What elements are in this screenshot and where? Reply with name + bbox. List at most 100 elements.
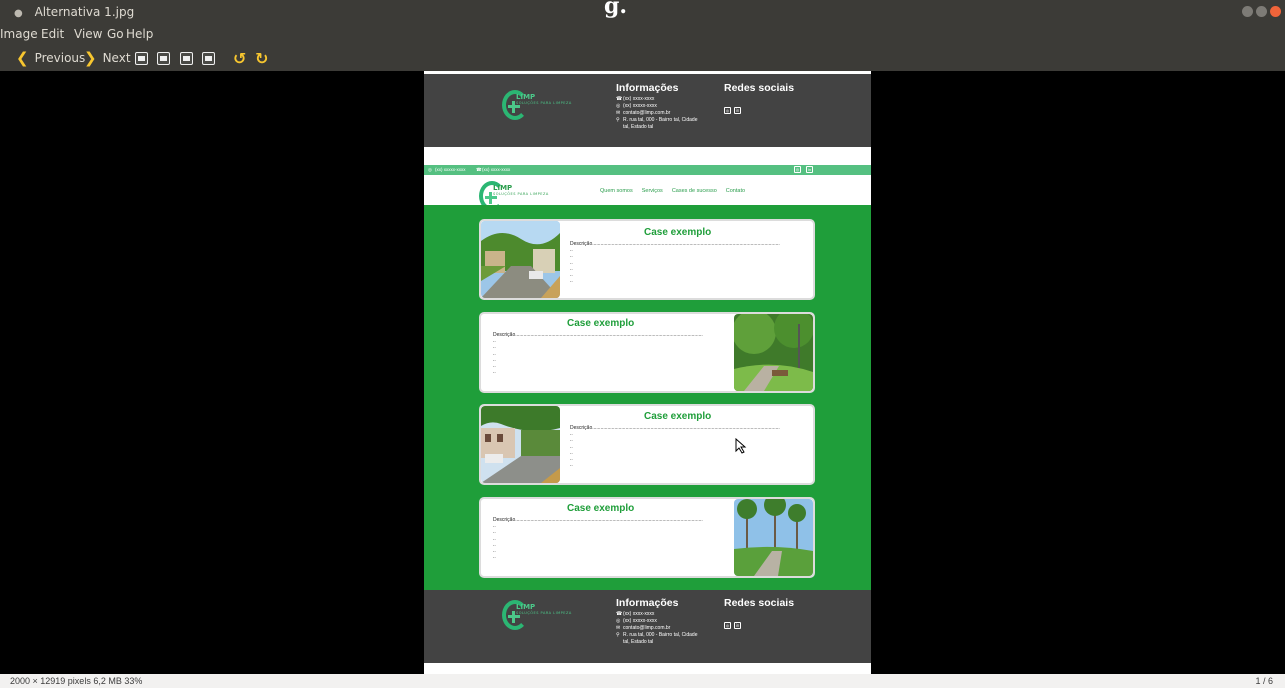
footer-phone2: (xx) xxxxx-xxxx (623, 103, 657, 109)
phone-icon: ☎ (616, 96, 623, 102)
limp-logo: LIMP SOLUÇÕES PARA LIMPEZA (502, 86, 582, 126)
case-photo-park (734, 314, 813, 391)
nav-links: Quem somos Serviços Cases de sucesso Con… (600, 188, 745, 194)
whatsapp-icon: ◎ (428, 167, 432, 172)
instagram-icon: ◎ (724, 107, 731, 114)
instagram-icon: ◎ (724, 622, 731, 629)
app-icon: ● (14, 8, 23, 19)
menu-edit[interactable]: Edit (41, 27, 64, 41)
footer-phone2: (xx) xxxxx-xxxx (623, 618, 657, 624)
footer-info: Informações ☎ (xx) xxxx-xxxx ◎ (xx) xxxxx-… (616, 597, 703, 646)
background-text-fragment: g. (604, 0, 628, 19)
footer-social-title: Redes sociais (724, 82, 795, 94)
footer-social: Redes sociais ◎ in (724, 597, 794, 631)
next-button[interactable]: ❯ Next (84, 49, 131, 67)
footer-info-title: Informações (616, 597, 679, 609)
mail-icon: ✉ (616, 110, 621, 116)
case-description: Descrição...............................… (570, 425, 780, 431)
next-label: Next (102, 51, 131, 65)
location-pin-icon: ⚲ (616, 117, 620, 123)
rotate-left-icon: ↺ (233, 48, 247, 68)
zoom-normal-button[interactable] (180, 49, 193, 67)
whatsapp-icon: ◎ (616, 103, 621, 109)
case-title: Case exemplo (644, 227, 712, 238)
linkedin-icon: in (734, 622, 741, 629)
window-controls (1242, 6, 1281, 17)
case-photo-houses (481, 406, 560, 483)
footer-section-bottom: LIMP SOLUÇÕES PARA LIMPEZA Informações ☎… (424, 590, 871, 663)
case-lines: ............ (570, 431, 573, 469)
rotate-right-icon: ↻ (255, 48, 269, 68)
best-fit-button[interactable] (202, 49, 215, 67)
case-photo-street (481, 221, 560, 298)
chevron-left-icon: ❮ (16, 49, 29, 67)
menu-view[interactable]: View (74, 27, 102, 41)
case-card: Case exemplo Descrição..................… (479, 219, 815, 300)
case-lines: ............ (493, 523, 496, 561)
displayed-image: LIMP SOLUÇÕES PARA LIMPEZA Informações ☎… (424, 71, 871, 674)
menu-go[interactable]: Go (107, 27, 124, 41)
footer-phone1: (xx) xxxx-xxxx (623, 611, 655, 617)
maximize-button[interactable] (1256, 6, 1267, 17)
window-title: ● Alternativa 1.jpg (14, 5, 134, 19)
footer-social: Redes sociais ◎ in (724, 82, 794, 116)
zoom-out-button[interactable] (157, 49, 170, 67)
mail-icon: ✉ (616, 625, 621, 631)
window-titlebar: ● Alternativa 1.jpg (0, 0, 1285, 25)
zoom-in-icon (135, 51, 148, 65)
nav-contato[interactable]: Contato (726, 188, 745, 194)
minimize-button[interactable] (1242, 6, 1253, 17)
case-title: Case exemplo (644, 411, 712, 422)
toolbar: ❮ Previous ❯ Next ↺ ↻ (0, 45, 1285, 71)
nav-servicos[interactable]: Serviços (642, 188, 663, 194)
previous-label: Previous (34, 51, 86, 65)
rotate-right-button[interactable]: ↻ (255, 48, 269, 68)
location-pin-icon: ⚲ (616, 632, 620, 638)
footer-address: R. rua tal, 000 - Bairro tal, Cidade tal… (623, 117, 698, 130)
phone-icon: ☎ (476, 167, 482, 172)
limp-logo: LIMP SOLUÇÕES PARA LIMPEZA (502, 596, 582, 636)
menu-help[interactable]: Help (126, 27, 153, 41)
footer-address: R. rua tal, 000 - Bairro tal, Cidade tal… (623, 632, 698, 645)
chevron-right-icon: ❯ (84, 49, 97, 67)
footer-phone1: (xx) xxxx-xxxx (623, 96, 655, 102)
zoom-in-button[interactable] (135, 49, 148, 67)
zoom-out-icon (157, 51, 170, 65)
image-info: 2000 × 12919 pixels 6,2 MB 33% (10, 676, 143, 686)
close-button[interactable] (1270, 6, 1281, 17)
case-lines: ............ (493, 338, 496, 376)
footer-email: contato@limp.com.br (623, 625, 671, 631)
footer-info: Informações ☎ (xx) xxxx-xxxx ◎ (xx) xxxxx-… (616, 82, 703, 131)
topbar-phone: (xx) xxxx-xxxx (482, 167, 511, 172)
zoom-normal-icon (180, 51, 193, 65)
whatsapp-icon: ◎ (616, 618, 621, 624)
window-title-text: Alternativa 1.jpg (34, 5, 135, 19)
statusbar: 2000 × 12919 pixels 6,2 MB 33% 1 / 6 (0, 674, 1285, 688)
linkedin-icon: in (806, 166, 813, 173)
footer-info-title: Informações (616, 82, 679, 94)
footer-email: contato@limp.com.br (623, 110, 671, 116)
case-lines: ............ (570, 247, 573, 285)
phone-icon: ☎ (616, 611, 623, 617)
nav-cases[interactable]: Cases de sucesso (672, 188, 717, 194)
site-navbar: LIMP SOLUÇÕES PARA LIMPEZA Quem somos Se… (424, 175, 871, 211)
footer-section-top: LIMP SOLUÇÕES PARA LIMPEZA Informações ☎… (424, 74, 871, 147)
case-title: Case exemplo (567, 503, 635, 514)
case-card: Case exemplo Descrição..................… (479, 312, 815, 393)
instagram-icon: ◎ (794, 166, 801, 173)
best-fit-icon (202, 51, 215, 65)
image-canvas[interactable]: LIMP SOLUÇÕES PARA LIMPEZA Informações ☎… (0, 71, 1285, 674)
rotate-left-button[interactable]: ↺ (233, 48, 247, 68)
case-description: Descrição...............................… (493, 517, 703, 523)
image-position: 1 / 6 (1255, 676, 1273, 686)
footer-social-title: Redes sociais (724, 597, 795, 609)
nav-quem-somos[interactable]: Quem somos (600, 188, 633, 194)
linkedin-icon: in (734, 107, 741, 114)
menu-image[interactable]: Image (0, 27, 38, 41)
case-description: Descrição...............................… (570, 241, 780, 247)
contact-topbar: ◎ (xx) xxxxx-xxxx ☎ (xx) xxxx-xxxx ◎ in (424, 165, 871, 175)
topbar-whatsapp: (xx) xxxxx-xxxx (435, 167, 466, 172)
previous-button[interactable]: ❮ Previous (16, 49, 85, 67)
case-card: Case exemplo Descrição..................… (479, 404, 815, 485)
case-photo-palms (734, 499, 813, 576)
